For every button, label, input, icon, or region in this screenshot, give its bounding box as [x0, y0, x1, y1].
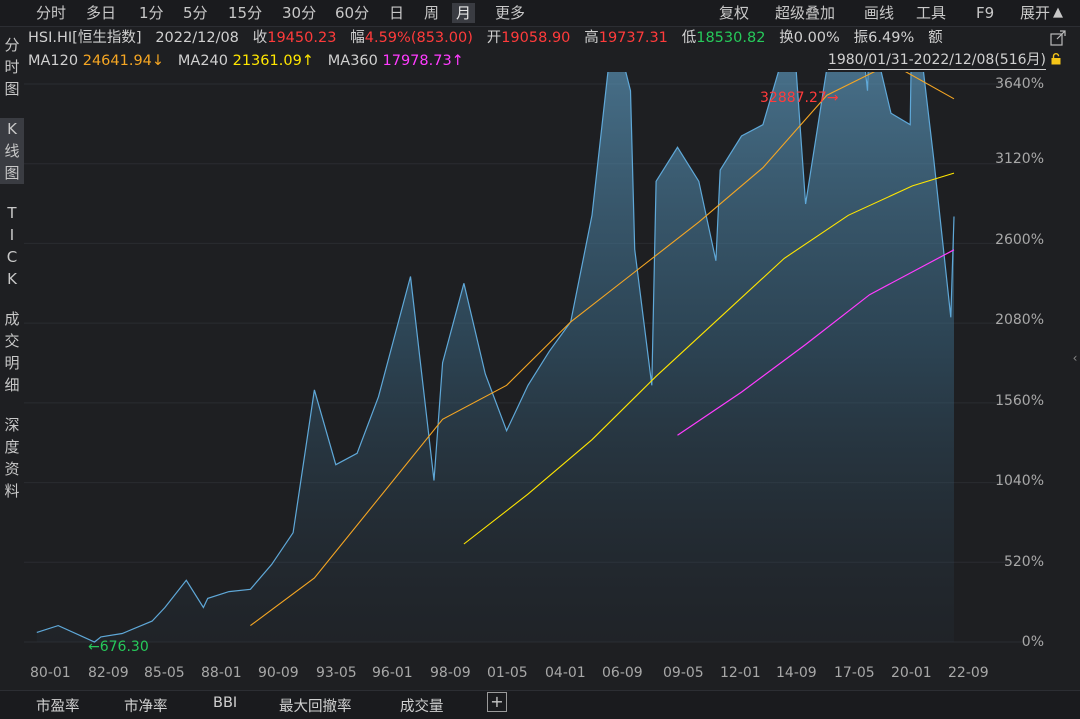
period-toolbar: 分时 多日 1分 5分 15分 30分 60分 日 周 月 更多 复权 超级叠加…	[0, 0, 1080, 27]
period-tab-60min[interactable]: 60分	[335, 3, 369, 23]
y-tick-label: 3120%	[995, 151, 1044, 167]
max-price-annotation: 32887.27→	[760, 90, 839, 106]
indicator-pe[interactable]: 市盈率	[36, 695, 80, 716]
adjust-button[interactable]: 复权	[719, 3, 749, 23]
ma240-value: 21361.09↑	[232, 53, 314, 69]
y-tick-label: 1560%	[995, 393, 1044, 409]
x-tick-label: 96-01	[372, 665, 413, 681]
x-tick-label: 17-05	[834, 665, 875, 681]
collapse-right-panel-icon[interactable]: ‹	[1070, 340, 1080, 376]
date-range[interactable]: 1980/01/31-2022/12/08(516月)	[827, 51, 1046, 70]
tools-button[interactable]: 工具	[916, 3, 946, 23]
sidebar-trade-detail[interactable]: 成 交 明 细	[0, 308, 24, 396]
period-tab-1min[interactable]: 1分	[139, 3, 164, 23]
x-tick-label: 22-09	[948, 665, 989, 681]
x-tick-label: 85-05	[144, 665, 185, 681]
high-price: 19737.31	[598, 30, 668, 46]
open-price: 19058.90	[501, 30, 571, 46]
period-tab-month[interactable]: 月	[452, 3, 476, 23]
amount-label: 额	[928, 30, 943, 46]
period-tab-30min[interactable]: 30分	[282, 3, 316, 23]
period-tab-more[interactable]: 更多	[495, 3, 525, 23]
x-tick-label: 20-01	[891, 665, 932, 681]
period-tab-multiday[interactable]: 多日	[86, 3, 116, 23]
x-tick-label: 82-09	[88, 665, 129, 681]
y-tick-label: 520%	[1003, 554, 1044, 570]
indicator-bar: 市盈率 市净率 BBI 最大回撤率 成交量	[0, 690, 1080, 719]
period-tab-week[interactable]: 周	[424, 3, 439, 23]
price-area	[36, 72, 954, 642]
period-tab-15min[interactable]: 15分	[228, 3, 262, 23]
x-tick-label: 01-05	[487, 665, 528, 681]
x-tick-label: 80-01	[30, 665, 71, 681]
popout-icon[interactable]	[1050, 30, 1066, 46]
change-value: 4.59%(853.00)	[364, 30, 473, 46]
left-arrow-icon: ←	[88, 639, 100, 655]
y-tick-label: 2600%	[995, 232, 1044, 248]
amplitude-value: 6.49%	[868, 30, 915, 46]
period-tab-5min[interactable]: 5分	[183, 3, 208, 23]
draw-line-button[interactable]: 画线	[864, 3, 894, 23]
indicator-max-drawdown[interactable]: 最大回撤率	[279, 695, 352, 716]
indicator-bbi[interactable]: BBI	[213, 695, 237, 711]
f9-button[interactable]: F9	[976, 3, 994, 23]
x-tick-label: 09-05	[663, 665, 704, 681]
lock-icon[interactable]	[1050, 53, 1062, 65]
expand-button[interactable]: 展开	[1020, 3, 1050, 23]
sidebar-intraday-chart[interactable]: 分 时 图	[0, 34, 24, 100]
add-indicator-button[interactable]: +	[487, 692, 507, 712]
ma-legend: MA120 24641.94↓ MA240 21361.09↑ MA360 17…	[28, 53, 464, 69]
min-price-annotation: ←676.30	[88, 639, 149, 655]
right-arrow-icon: →	[826, 90, 839, 106]
low-price: 18530.82	[696, 30, 766, 46]
x-tick-label: 88-01	[201, 665, 242, 681]
y-tick-label: 0%	[1021, 634, 1044, 650]
x-tick-label: 14-09	[776, 665, 817, 681]
y-tick-label: 2080%	[995, 312, 1044, 328]
x-tick-label: 90-09	[258, 665, 299, 681]
x-tick-label: 93-05	[316, 665, 357, 681]
expand-arrow-icon[interactable]: ▲	[1053, 3, 1063, 23]
symbol-name: HSI.HI[恒生指数]	[28, 30, 142, 46]
view-sidebar: 分 时 图 K 线 图 T I C K 成 交 明 细 深 度 资 料	[0, 30, 24, 590]
x-tick-label: 04-01	[545, 665, 586, 681]
sidebar-tick[interactable]: T I C K	[0, 202, 24, 290]
quote-date: 2022/12/08	[155, 30, 239, 46]
quote-info-bar: HSI.HI[恒生指数] 2022/12/08 收19450.23 幅4.59%…	[28, 30, 943, 46]
x-tick-label: 12-01	[720, 665, 761, 681]
period-tab-day[interactable]: 日	[389, 3, 404, 23]
indicator-volume[interactable]: 成交量	[400, 695, 444, 716]
period-tab-intraday[interactable]: 分时	[36, 3, 66, 23]
y-tick-label: 3640%	[995, 76, 1044, 92]
ma120-value: 24641.94↓	[82, 53, 165, 69]
sidebar-depth-info[interactable]: 深 度 资 料	[0, 414, 24, 502]
sidebar-kline-chart[interactable]: K 线 图	[0, 118, 24, 184]
turnover-rate: 0.00%	[793, 30, 840, 46]
price-chart[interactable]	[24, 72, 1044, 662]
close-price: 19450.23	[267, 30, 337, 46]
x-tick-label: 98-09	[430, 665, 471, 681]
ma360-value: 17978.73↑	[382, 53, 464, 69]
y-tick-label: 1040%	[995, 473, 1044, 489]
x-tick-label: 06-09	[602, 665, 643, 681]
overlay-button[interactable]: 超级叠加	[775, 3, 835, 23]
indicator-pb[interactable]: 市净率	[124, 695, 168, 716]
